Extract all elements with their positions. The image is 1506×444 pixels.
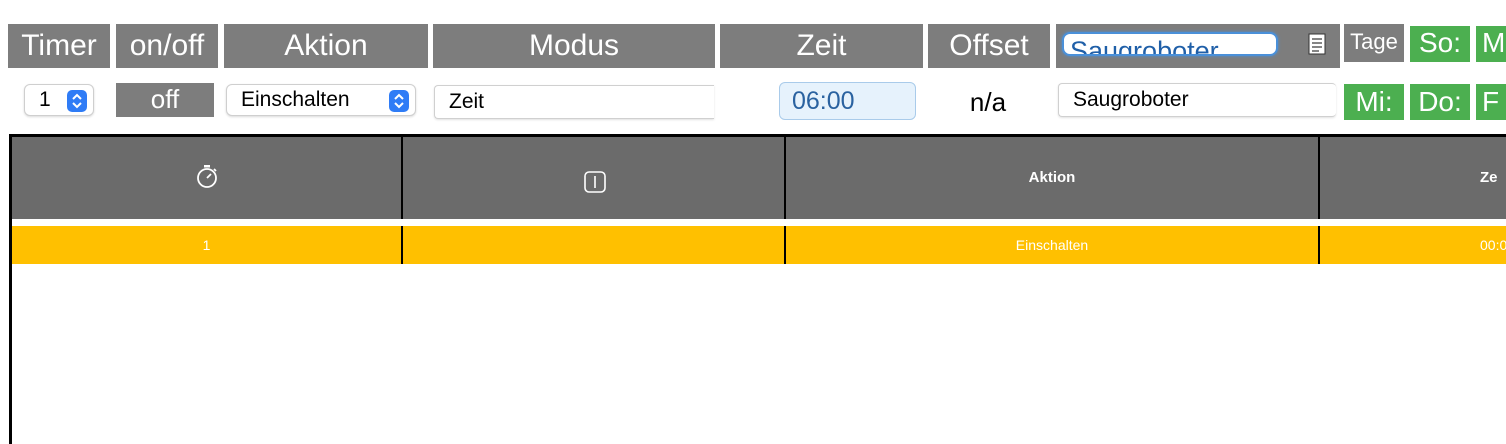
table-header-zeit[interactable]: Ze [1320,137,1506,219]
zeit-input[interactable]: 06:00 [779,82,916,120]
day-wednesday-button[interactable]: Mi: [1344,84,1404,120]
day-sunday-button[interactable]: So: [1410,26,1470,62]
header-offset: Offset [928,24,1050,68]
table-header-onoff[interactable] [403,137,786,219]
header-zeit: Zeit [720,24,923,68]
updown-icon [67,90,87,112]
header-timer: Timer [8,24,110,68]
header-aktion: Aktion [224,24,428,68]
onoff-button[interactable]: off [116,83,214,117]
table-header-row: Aktion Ze [12,137,1506,219]
table-header-timer[interactable] [12,137,403,219]
power-toggle-icon [584,171,606,193]
timer-select-value: 1 [39,88,51,111]
timer-table: Aktion Ze 1 Einschalten 00:0 [9,134,1506,444]
header-modus: Modus [433,24,715,68]
aktion-select-value: Einschalten [241,88,350,111]
cell-aktion: Einschalten [786,226,1320,264]
table-header-aktion[interactable]: Aktion [786,137,1320,219]
header-divider [12,219,1506,226]
cell-onoff [403,226,786,264]
modus-field[interactable]: Zeit [434,85,714,119]
cell-zeit: 00:0 [1320,226,1506,264]
aktion-select[interactable]: Einschalten [226,84,416,116]
table-row[interactable]: 1 Einschalten 00:0 [12,226,1506,264]
updown-icon [389,90,409,112]
list-icon[interactable] [1306,32,1328,56]
day-friday-button[interactable]: F [1476,84,1506,120]
device-field[interactable]: Saugroboter [1058,83,1336,117]
device-name-input[interactable]: Saugroboter [1062,32,1278,56]
device-header: Saugroboter [1056,24,1340,68]
stopwatch-icon [197,165,217,188]
offset-value: n/a [969,87,1007,117]
timer-select[interactable]: 1 [24,84,94,116]
header-onoff: on/off [116,24,218,68]
day-monday-button[interactable]: M [1476,26,1506,62]
header-tage: Tage [1344,24,1404,62]
day-thursday-button[interactable]: Do: [1410,84,1470,120]
cell-timer: 1 [12,226,403,264]
